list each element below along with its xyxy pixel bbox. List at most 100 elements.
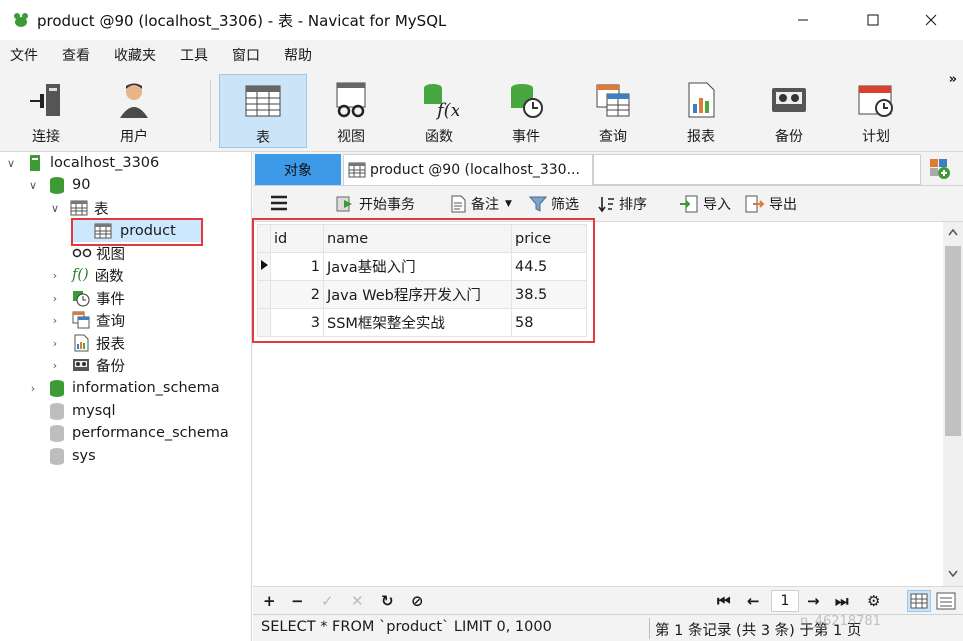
tree-database-90[interactable]: ∨ 90: [26, 174, 90, 196]
maximize-button[interactable]: [850, 0, 896, 40]
hamburger-icon: [271, 195, 287, 211]
chevron-down-icon[interactable]: ∨: [48, 202, 62, 215]
refresh-icon[interactable]: ↻: [381, 592, 394, 610]
page-number-input[interactable]: 1: [771, 590, 799, 612]
discard-icon[interactable]: ✕: [351, 592, 364, 610]
toolbar-report-button[interactable]: 报表: [657, 74, 745, 148]
tree-database-information-schema[interactable]: › information_schema: [26, 377, 220, 399]
apply-icon[interactable]: ✓: [321, 592, 334, 610]
last-page-icon[interactable]: ⏭: [835, 592, 849, 610]
grid-view-icon[interactable]: [907, 590, 931, 612]
tree-reports[interactable]: › 报表: [48, 332, 125, 354]
menu-tools[interactable]: 工具: [170, 45, 220, 65]
event-icon: [73, 291, 90, 307]
chevron-right-icon[interactable]: ›: [48, 337, 62, 350]
database-icon: [50, 380, 64, 397]
tree-connection[interactable]: ∨ localhost_3306: [4, 152, 159, 174]
maximize-icon: [867, 14, 879, 26]
begin-transaction-button[interactable]: 开始事务: [335, 194, 415, 214]
event-icon: [504, 78, 548, 122]
table-icon: [241, 79, 285, 123]
filter-button[interactable]: 筛选: [529, 194, 579, 214]
toolbar-backup-button[interactable]: 备份: [745, 74, 833, 148]
toolbar-event-button[interactable]: 事件: [482, 74, 570, 148]
data-toolbar: 开始事务 备注 ▼ 筛选 排序 导入 导出: [253, 186, 963, 222]
tree-backups[interactable]: › 备份: [48, 354, 125, 376]
tree-events[interactable]: › 事件: [48, 287, 125, 309]
chevron-right-icon[interactable]: ›: [48, 292, 62, 305]
chevron-right-icon[interactable]: ›: [48, 359, 62, 372]
import-button[interactable]: 导入: [679, 194, 731, 214]
toolbar-function-button[interactable]: f(x) 函数: [395, 74, 483, 148]
function-icon: f(): [72, 267, 89, 283]
menu-help[interactable]: 帮助: [274, 45, 324, 65]
menu-bar: 文件 查看 收藏夹 工具 窗口 帮助: [0, 40, 963, 70]
scroll-down-icon[interactable]: [948, 570, 958, 578]
user-icon: [112, 78, 156, 122]
tree-database-mysql[interactable]: mysql: [26, 400, 116, 422]
minimize-icon: [798, 19, 808, 21]
toolbar-query-button[interactable]: 查询: [569, 74, 657, 148]
menu-favorites[interactable]: 收藏夹: [104, 45, 168, 65]
table-icon: [348, 162, 366, 178]
menu-file[interactable]: 文件: [0, 45, 50, 65]
tree-views[interactable]: 视图: [48, 242, 125, 264]
tab-product-table[interactable]: product @90 (localhost_330...: [343, 154, 593, 185]
function-icon: f(x): [417, 78, 461, 122]
table-icon: [70, 200, 88, 216]
view-icon: [329, 78, 373, 122]
sort-button[interactable]: 排序: [597, 194, 647, 214]
export-button[interactable]: 导出: [745, 194, 797, 214]
view-icon: [72, 248, 92, 258]
database-icon: [50, 425, 64, 442]
toolbar-view-button[interactable]: 视图: [307, 74, 395, 148]
add-row-icon[interactable]: +: [263, 592, 276, 610]
database-icon: [50, 448, 64, 465]
delete-row-icon[interactable]: −: [291, 592, 304, 610]
next-page-icon[interactable]: →: [807, 592, 820, 610]
scrollbar-thumb[interactable]: [945, 246, 961, 436]
database-icon: [50, 177, 64, 194]
chevron-right-icon[interactable]: ›: [48, 314, 62, 327]
hamburger-menu-button[interactable]: [269, 194, 293, 212]
toolbar-connection-button[interactable]: 连接: [2, 74, 90, 148]
note-icon: [451, 195, 466, 213]
form-view-icon[interactable]: [935, 591, 957, 611]
gear-icon[interactable]: ⚙: [867, 592, 880, 610]
toolbar-table-button[interactable]: 表: [219, 74, 307, 148]
toolbar-user-button[interactable]: 用户: [90, 74, 178, 148]
minimize-button[interactable]: [780, 0, 826, 40]
navigation-tree: ∨ localhost_3306 ∨ 90 ∨ 表 product 视图 › f…: [0, 152, 252, 641]
main-toolbar: 连接 用户 表 视图 f(x) 函数 事件 查询: [0, 70, 963, 152]
navicat-logo-icon: [14, 13, 28, 27]
close-button[interactable]: [908, 0, 954, 40]
menu-view[interactable]: 查看: [52, 45, 102, 65]
chevron-right-icon[interactable]: ›: [48, 269, 62, 282]
scroll-up-icon[interactable]: [948, 228, 958, 236]
grid-controls-bar: + − ✓ ✕ ↻ ⊘ ⏮ ← 1 → ⏭ ⚙: [253, 586, 963, 614]
tree-functions[interactable]: › f() 函数: [48, 264, 124, 286]
prev-page-icon[interactable]: ←: [747, 592, 760, 610]
chevron-down-icon[interactable]: ∨: [4, 157, 18, 170]
tree-database-performance-schema[interactable]: performance_schema: [26, 422, 229, 444]
tree-queries[interactable]: › 查询: [48, 309, 125, 331]
note-button[interactable]: 备注 ▼: [449, 194, 512, 214]
database-icon: [50, 403, 64, 420]
vertical-scrollbar[interactable]: [943, 222, 963, 586]
stop-icon[interactable]: ⊘: [411, 592, 424, 610]
new-tab-icon[interactable]: [929, 158, 951, 180]
dropdown-arrow-icon[interactable]: ▼: [505, 199, 512, 209]
tab-objects[interactable]: 对象: [255, 154, 341, 185]
backup-icon: [767, 78, 811, 122]
highlight-box-grid: [252, 218, 595, 343]
chevron-down-icon[interactable]: ∨: [26, 179, 40, 192]
toolbar-schedule-button[interactable]: 计划: [832, 74, 920, 148]
chevron-right-icon[interactable]: ›: [26, 382, 40, 395]
tree-tables-group[interactable]: ∨ 表: [48, 197, 109, 219]
toolbar-more-button[interactable]: »: [949, 72, 957, 87]
tree-database-sys[interactable]: sys: [26, 445, 96, 467]
menu-window[interactable]: 窗口: [222, 45, 272, 65]
watermark-text: n_46218781: [800, 614, 881, 629]
report-icon: [74, 334, 89, 352]
first-page-icon[interactable]: ⏮: [717, 592, 731, 610]
